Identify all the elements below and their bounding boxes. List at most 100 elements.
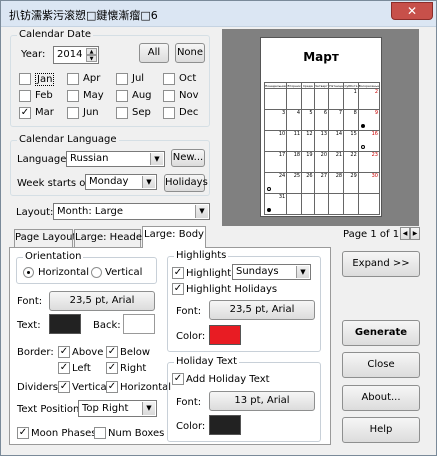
month-label-aug: Aug xyxy=(132,90,152,101)
back-color-swatch[interactable] xyxy=(123,314,155,334)
day-cell: 28 xyxy=(328,172,345,194)
day-cell: 25 xyxy=(286,172,303,194)
spin-up-icon[interactable]: ▲ xyxy=(86,48,97,55)
border-right-checkbox[interactable]: ✓ xyxy=(106,362,118,374)
day-cell: 6 xyxy=(313,109,330,131)
day-number: 3 xyxy=(282,110,286,116)
day-number: 23 xyxy=(371,152,378,158)
preview-month-title: Март xyxy=(303,50,339,64)
year-spinner[interactable]: 2014 ▲ ▼ xyxy=(53,46,99,64)
day-number: 9 xyxy=(374,110,378,116)
week-starts-select[interactable]: Monday ▼ xyxy=(85,174,157,190)
add-holiday-text-label: Add Holiday Text xyxy=(186,374,270,385)
close-button[interactable]: Close xyxy=(342,352,420,378)
language-value: Russian xyxy=(70,153,109,164)
layout-select[interactable]: Month: Large ▼ xyxy=(53,203,210,220)
new-language-button[interactable]: New... xyxy=(171,149,205,167)
prev-page-button[interactable]: ◀ xyxy=(400,227,410,240)
month-checkbox-may[interactable] xyxy=(67,90,79,102)
month-checkbox-aug[interactable] xyxy=(116,90,128,102)
day-cell: 19 xyxy=(301,151,315,173)
day-number: 28 xyxy=(335,173,343,179)
day-cell xyxy=(313,88,330,110)
highlight-checkbox[interactable]: ✓ xyxy=(172,267,184,279)
day-cell: 4 xyxy=(286,109,303,131)
select-all-months-button[interactable]: All xyxy=(139,43,169,63)
tab-large-header[interactable]: Large: Header xyxy=(74,229,146,247)
moon-phases-checkbox[interactable]: ✓ xyxy=(17,427,29,439)
month-checkbox-sep[interactable] xyxy=(116,107,128,119)
holiday-color-label: Color: xyxy=(176,421,206,432)
next-icon: ▶ xyxy=(412,230,418,237)
highlight-select[interactable]: Sundays ▼ xyxy=(232,264,311,280)
day-cell: 12 xyxy=(301,130,315,152)
text-color-swatch[interactable] xyxy=(49,314,81,334)
day-number: 2 xyxy=(374,89,378,95)
day-cell xyxy=(286,88,303,110)
highlights-group-label: Highlights xyxy=(174,250,229,261)
holiday-font-button[interactable]: 13 pt, Arial xyxy=(209,391,315,411)
highlight-font-button[interactable]: 23,5 pt, Arial xyxy=(209,300,315,320)
holidays-button[interactable]: Holidays xyxy=(164,174,208,192)
moon-phase-icon xyxy=(267,208,271,212)
month-checkbox-mar[interactable]: ✓ xyxy=(19,107,31,119)
spin-down-icon[interactable]: ▼ xyxy=(86,55,97,62)
day-number: 27 xyxy=(320,173,328,179)
month-checkbox-dec[interactable] xyxy=(163,107,175,119)
day-number: 30 xyxy=(371,173,378,179)
holiday-font-label: Font: xyxy=(176,397,202,408)
day-cell: 27 xyxy=(313,172,330,194)
chevron-down-icon: ▼ xyxy=(142,176,155,188)
month-checkbox-jul[interactable] xyxy=(116,73,128,85)
body-font-button[interactable]: 23,5 pt, Arial xyxy=(49,291,155,311)
num-boxes-checkbox[interactable] xyxy=(94,427,106,439)
layout-label: Layout: xyxy=(16,207,54,218)
month-checkbox-nov[interactable] xyxy=(163,90,175,102)
day-cell: 16 xyxy=(357,130,381,152)
highlight-color-swatch[interactable] xyxy=(209,325,241,345)
highlight-font-label: Font: xyxy=(176,306,202,317)
month-checkbox-jun[interactable] xyxy=(67,107,79,119)
add-holiday-text-checkbox[interactable]: ✓ xyxy=(172,373,184,385)
generate-button[interactable]: Generate xyxy=(342,320,420,346)
orientation-horizontal-radio[interactable] xyxy=(23,267,34,278)
day-number: 15 xyxy=(350,131,357,137)
day-cell: 3 xyxy=(263,109,288,131)
text-position-select[interactable]: Top Right ▼ xyxy=(78,400,157,417)
month-checkbox-apr[interactable] xyxy=(67,73,79,85)
moon-phases-label: Moon Phases xyxy=(31,428,97,439)
day-number: 5 xyxy=(309,110,313,116)
select-no-months-button[interactable]: None xyxy=(175,43,205,63)
holiday-color-swatch[interactable] xyxy=(209,415,241,435)
highlight-holidays-checkbox[interactable]: ✓ xyxy=(172,283,184,295)
year-label: Year: xyxy=(21,49,46,60)
border-above-checkbox[interactable]: ✓ xyxy=(58,346,70,358)
dividers-vertical-checkbox[interactable]: ✓ xyxy=(58,381,70,393)
next-page-button[interactable]: ▶ xyxy=(410,227,420,240)
day-cell: 22 xyxy=(343,151,359,173)
day-number: 1 xyxy=(353,89,357,95)
window-close-button[interactable]: ✕ xyxy=(391,2,433,20)
expand-button[interactable]: Expand >> xyxy=(342,251,420,277)
highlight-color-label: Color: xyxy=(176,331,206,342)
day-number: 24 xyxy=(278,173,286,179)
month-checkbox-oct[interactable] xyxy=(163,73,175,85)
month-label-feb: Feb xyxy=(35,90,53,101)
dividers-horizontal-checkbox[interactable]: ✓ xyxy=(106,381,118,393)
radio-selected-dot xyxy=(27,271,30,274)
border-below-checkbox[interactable]: ✓ xyxy=(106,346,118,358)
language-select[interactable]: Russian ▼ xyxy=(66,151,165,167)
day-number: 11 xyxy=(293,131,301,137)
month-checkbox-jan[interactable] xyxy=(19,73,31,85)
month-checkbox-feb[interactable] xyxy=(19,90,31,102)
orientation-vertical-radio[interactable] xyxy=(91,267,102,278)
day-cell: 14 xyxy=(328,130,345,152)
tab-page-layout[interactable]: Page Layout xyxy=(14,229,76,247)
day-number: 26 xyxy=(306,173,313,179)
about-button[interactable]: About... xyxy=(342,385,420,411)
tab-large-body[interactable]: Large: Body xyxy=(142,226,206,248)
num-boxes-label: Num Boxes xyxy=(108,428,165,439)
border-left-checkbox[interactable]: ✓ xyxy=(58,362,70,374)
help-button[interactable]: Help xyxy=(342,417,420,443)
day-cell xyxy=(286,193,303,215)
